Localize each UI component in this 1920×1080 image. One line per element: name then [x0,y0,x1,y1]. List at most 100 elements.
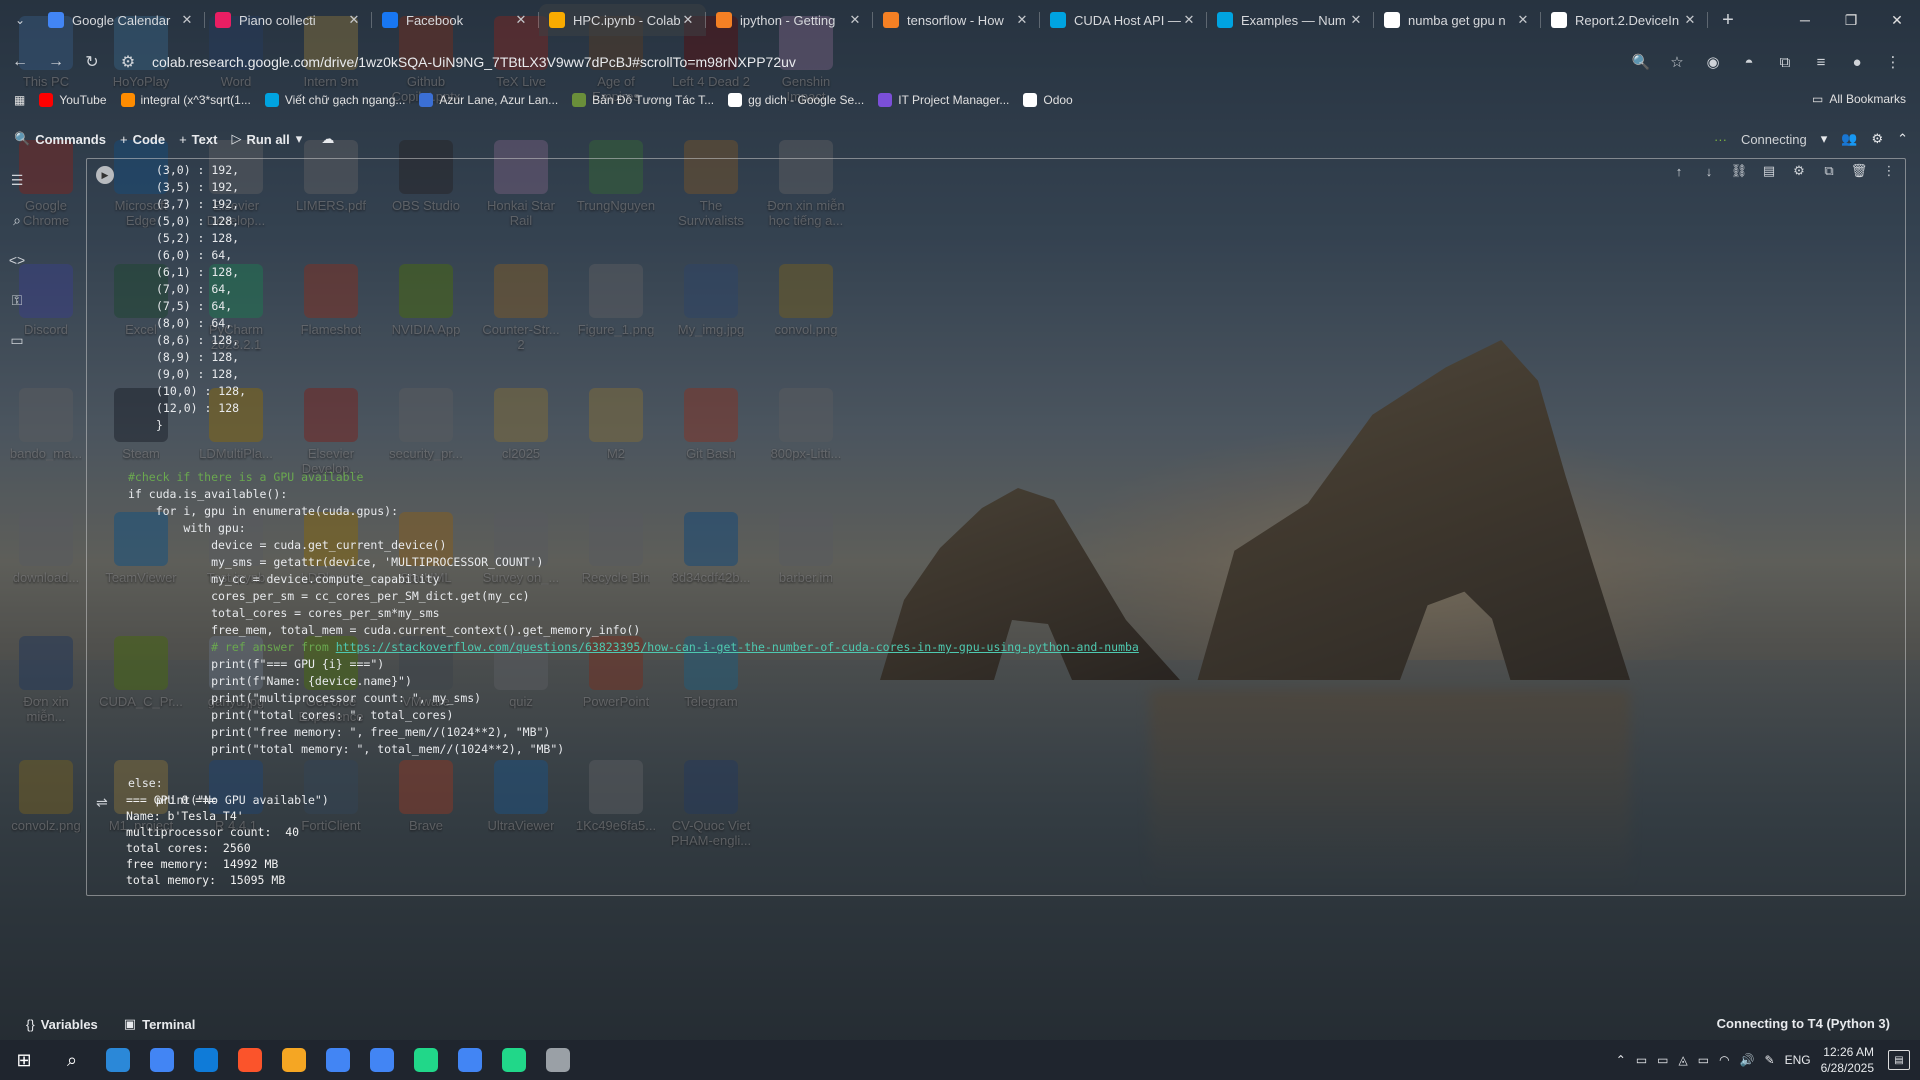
files-folder-icon[interactable]: ▭ [0,320,34,360]
browser-tab[interactable]: HPC.ipynb - Colab ✕ [539,4,706,36]
settings-gear-icon[interactable]: ⚙ [1871,131,1883,147]
bookmark-item[interactable]: integral (x^3*sqrt(1... [120,93,251,107]
link-icon[interactable]: ⛓ [1730,162,1748,180]
chevron-up-icon[interactable]: ⌃ [1616,1053,1626,1067]
media-icon[interactable]: ≡ [1806,47,1836,77]
bookmark-item[interactable]: gg dich - Google Se... [728,93,864,107]
move-down-icon[interactable]: ↓ [1700,162,1718,180]
site-info-icon[interactable]: ⚙ [112,46,144,78]
browser-tab[interactable]: tensorflow - How ✕ [873,4,1040,36]
close-tab-icon[interactable]: ✕ [1682,12,1698,28]
zoom-icon[interactable]: 🔍 [1626,47,1656,77]
new-tab-button[interactable]: + [1714,6,1742,34]
delete-icon[interactable]: 🗑 [1850,162,1868,180]
taskbar-app-icon[interactable] [536,1040,580,1080]
collapse-chevron-icon[interactable]: ⌃ [1897,131,1908,147]
browser-tab[interactable]: CUDA Host API — ✕ [1040,4,1207,36]
close-window-icon[interactable]: ✕ [1874,0,1920,40]
code-editor[interactable]: #check if there is a GPU available if cud… [128,452,1139,843]
run-all-button[interactable]: ▷ Run all ▾ [231,131,307,147]
close-tab-icon[interactable]: ✕ [680,12,696,28]
reload-icon[interactable]: ↻ [76,46,108,78]
all-bookmarks-button[interactable]: ▭ All Bookmarks [1812,92,1906,106]
runtime-status[interactable]: Connecting to T4 (Python 3) [1717,1016,1890,1031]
browser-tab[interactable]: Examples — Num ✕ [1207,4,1374,36]
network-icon[interactable]: ◬ [1679,1053,1688,1067]
display-icon[interactable]: ▭ [1657,1053,1668,1067]
mirror-cell-icon[interactable]: ⧉ [1820,162,1838,180]
browser-tab[interactable]: Report.2.DeviceIn ✕ [1541,4,1708,36]
close-tab-icon[interactable]: ✕ [346,12,362,28]
url-field[interactable]: colab.research.google.com/drive/1wz0kSQA… [152,54,1626,70]
taskbar-app-icon[interactable] [492,1040,536,1080]
find-icon[interactable]: ⌕ [0,200,34,240]
close-tab-icon[interactable]: ✕ [179,12,195,28]
search-icon[interactable]: ⌕ [48,1040,96,1080]
commands-button[interactable]: 🔍 Commands [14,131,106,147]
taskbar-app-icon[interactable] [272,1040,316,1080]
browser-tab[interactable]: Facebook ✕ [372,4,539,36]
bookmark-item[interactable]: Azur Lane, Azur Lan... [419,93,558,107]
profile-avatar-icon[interactable]: ● [1842,47,1872,77]
toc-icon[interactable]: ☰ [0,160,34,200]
bookmark-item[interactable]: IT Project Manager... [878,93,1009,107]
drive-cloud-icon[interactable]: ☁ [321,131,334,147]
tray-app-icon[interactable]: ▭ [1636,1053,1647,1067]
bookmark-item[interactable]: Viết chữ gạch ngang... [264,93,405,107]
language-indicator[interactable]: ENG [1785,1053,1811,1067]
start-windows-icon[interactable]: ⊞ [0,1040,48,1080]
taskbar-app-icon[interactable] [316,1040,360,1080]
close-tab-icon[interactable]: ✕ [513,12,529,28]
clock[interactable]: 12:26 AM 6/28/2025 [1821,1044,1874,1076]
taskbar-app-icon[interactable] [228,1040,272,1080]
taskbar-app-icon[interactable] [404,1040,448,1080]
stackoverflow-link[interactable]: https://stackoverflow.com/questions/6382… [336,640,1139,654]
more-kebab-icon[interactable]: ⋮ [1880,162,1898,180]
move-up-icon[interactable]: ↑ [1670,162,1688,180]
bookmark-item[interactable]: Odoo [1023,93,1073,107]
terminal-button[interactable]: ▣ Terminal [124,1016,196,1032]
bookmark-item[interactable]: YouTube [39,93,107,107]
add-code-button[interactable]: + Code [120,132,165,147]
forward-icon[interactable]: → [40,46,72,78]
restore-icon[interactable]: ❐ [1828,0,1874,40]
volume-icon[interactable]: 🔊 [1740,1053,1755,1067]
close-tab-icon[interactable]: ✕ [1348,12,1364,28]
chevron-down-icon[interactable]: ▾ [1821,131,1828,147]
pen-icon[interactable]: ✎ [1765,1053,1775,1067]
browser-tab[interactable]: numba get gpu n ✕ [1374,4,1541,36]
apps-grid-icon[interactable]: ▦ [14,93,25,107]
notification-center-icon[interactable]: ▤ [1888,1050,1910,1070]
extension-icon[interactable]: ◉ [1698,47,1728,77]
browser-tab[interactable]: ipython - Getting ✕ [706,4,873,36]
bookmark-star-icon[interactable]: ☆ [1662,47,1692,77]
add-text-button[interactable]: + Text [179,132,217,147]
close-tab-icon[interactable]: ✕ [1515,12,1531,28]
taskbar-app-icon[interactable] [96,1040,140,1080]
close-tab-icon[interactable]: ✕ [847,12,863,28]
browser-tab[interactable]: Piano collecti ✕ [205,4,372,36]
close-tab-icon[interactable]: ✕ [1014,12,1030,28]
minimize-icon[interactable]: ─ [1782,0,1828,40]
puzzle-extensions-icon[interactable]: ⧉ [1770,47,1800,77]
comment-icon[interactable]: ▤ [1760,162,1778,180]
variables-button[interactable]: {} Variables [26,1017,98,1032]
share-people-icon[interactable]: 👥 [1841,131,1857,147]
secrets-key-icon[interactable]: ⚿ [0,280,34,320]
back-icon[interactable]: ← [4,46,36,78]
taskbar-app-icon[interactable] [140,1040,184,1080]
close-tab-icon[interactable]: ✕ [1181,12,1197,28]
bookmark-item[interactable]: Bản Đồ Tương Tác T... [572,93,714,107]
cell-settings-icon[interactable]: ⚙ [1790,162,1808,180]
battery-icon[interactable]: ▭ [1698,1053,1709,1067]
code-snippets-icon[interactable]: <> [0,240,34,280]
run-cell-icon[interactable]: ▶ [96,166,114,184]
browser-tab[interactable]: Google Calendar ✕ [38,4,205,36]
output-toggle-icon[interactable]: ⇌ [96,794,108,811]
taskbar-app-icon[interactable] [360,1040,404,1080]
incognito-icon[interactable]: ◓ [1734,47,1764,77]
taskbar-app-icon[interactable] [448,1040,492,1080]
connect-status-button[interactable]: Connecting [1741,132,1807,147]
taskbar-app-icon[interactable] [184,1040,228,1080]
wifi-icon[interactable]: ◠ [1719,1053,1729,1067]
